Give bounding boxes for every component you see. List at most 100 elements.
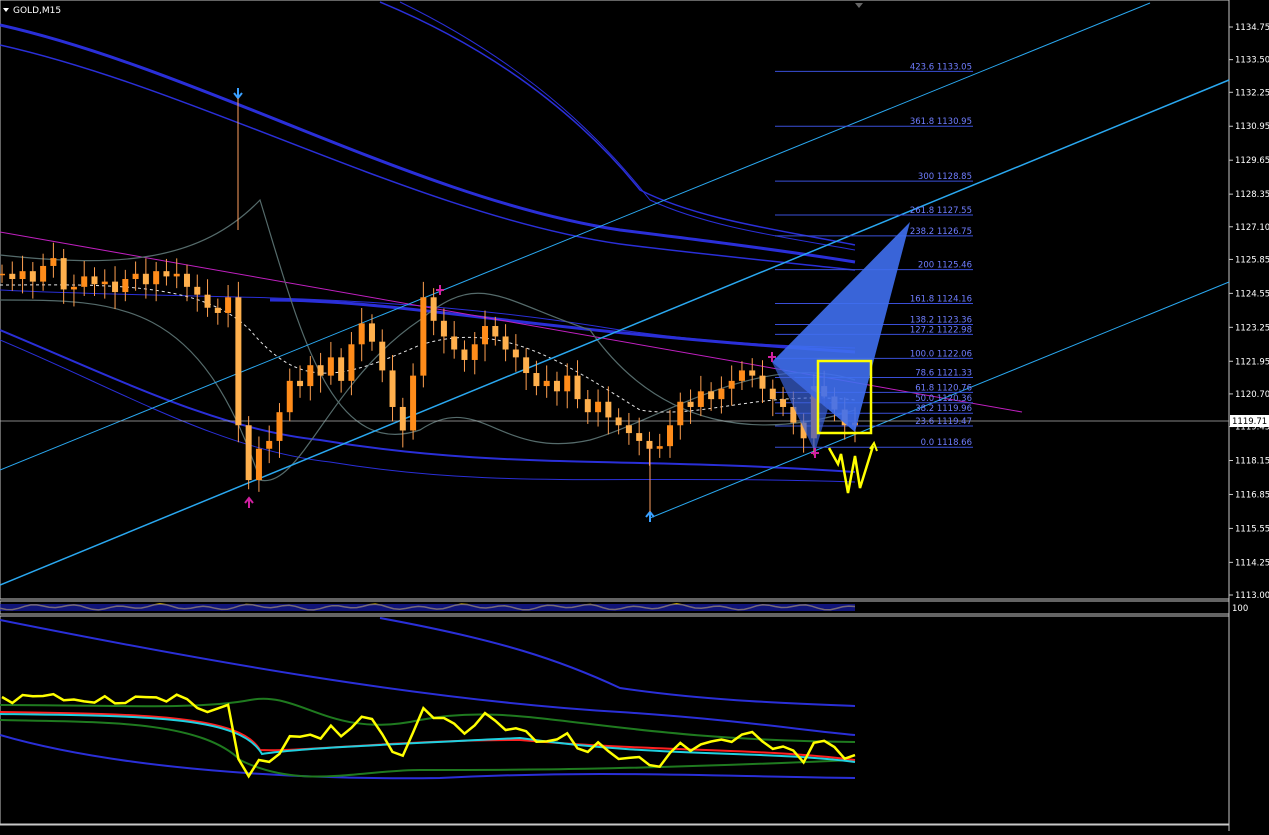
lower-band-line: [0, 329, 856, 473]
channel-middle-line: [0, 79, 1230, 586]
candle-body: [173, 273, 180, 277]
candle-body: [0, 273, 5, 276]
candle-body: [153, 271, 160, 285]
candle-body: [780, 399, 787, 407]
candle-body: [9, 273, 16, 280]
fib-level-label: 423.6 1133.05: [910, 62, 972, 72]
candle-body: [399, 406, 406, 431]
candle-body: [769, 388, 776, 400]
candle-body: [667, 425, 674, 447]
oscillator-layer: [0, 617, 856, 780]
candle-body: [574, 375, 581, 400]
current-price-label: 1119.71: [1232, 417, 1267, 427]
fib-level-label: 61.8 1120.76: [915, 383, 972, 393]
fib-level-label: 300 1128.85: [918, 172, 972, 182]
candle-body: [718, 388, 725, 400]
bands-layer: [0, 1, 1023, 483]
y-tick-label: 1124.55: [1235, 289, 1269, 299]
candle-body: [29, 271, 36, 282]
candle-body: [183, 273, 190, 287]
price-axis[interactable]: 1134.75 1133.50 1132.25 1130.95 1129.65 1128.…: [1229, 23, 1269, 601]
candle-body: [420, 297, 427, 376]
window-divider-icon[interactable]: [855, 3, 863, 8]
candle-body: [543, 380, 550, 387]
candle-body: [728, 380, 735, 389]
candle-body: [163, 271, 170, 277]
candle-body: [636, 433, 643, 441]
upper-band-line: [0, 44, 856, 271]
candle-body: [482, 326, 489, 345]
candle-body: [19, 271, 26, 280]
dashed-ma-line: [0, 284, 856, 413]
candle-body: [677, 401, 684, 426]
candle-body: [225, 297, 232, 313]
bollinger-upper-line: [0, 198, 856, 445]
candle-body: [615, 417, 622, 426]
candle-body: [533, 373, 540, 387]
candle-body: [759, 375, 766, 389]
fib-level-label: 50.0 1120.36: [915, 394, 972, 404]
candle-body: [523, 357, 530, 374]
fib-level-label: 361.8 1130.95: [910, 117, 972, 127]
candle-body: [440, 320, 447, 337]
candle-body: [317, 365, 324, 376]
candle-body: [379, 341, 386, 371]
candle-body: [142, 273, 149, 285]
candle-body: [81, 276, 88, 287]
fractal-arrows: [233, 88, 819, 522]
candle-body: [625, 425, 632, 434]
candle-body: [553, 380, 560, 392]
candle-body: [286, 380, 293, 413]
y-tick-label: 1134.75: [1235, 23, 1269, 33]
candle-body: [430, 297, 437, 321]
fib-level-label: 0.0 1118.66: [921, 438, 972, 448]
y-tick-label: 1121.95: [1235, 357, 1269, 367]
y-tick-label: 1114.25: [1235, 558, 1269, 568]
candle-body: [338, 357, 345, 381]
fractal-high-icon: [436, 285, 444, 295]
candle-body: [266, 440, 273, 449]
candle-body: [389, 370, 396, 407]
candle-body: [584, 399, 591, 413]
candle-body: [112, 281, 119, 293]
candle-body: [738, 370, 745, 381]
candle-body: [204, 294, 211, 308]
y-tick-label: 1116.85: [1235, 490, 1269, 500]
mid-band-line: [0, 289, 856, 349]
candle-body: [245, 425, 252, 481]
zigzag-forecast-line: [827, 445, 875, 494]
candle-body: [91, 276, 98, 285]
candle-body: [461, 349, 468, 360]
dropdown-triangle-icon[interactable]: [3, 8, 9, 12]
upper-outer-band-line: [379, 1, 856, 246]
candle-body: [132, 273, 139, 280]
candle-body: [708, 391, 715, 400]
channel-lines: [0, 2, 1230, 586]
y-tick-label: 1130.95: [1235, 122, 1269, 132]
y-tick-label: 1129.65: [1235, 156, 1269, 166]
fib-level-label: 238.2 1126.75: [910, 227, 972, 237]
candle-body: [512, 349, 519, 358]
candle-body: [40, 265, 47, 282]
slow-ma-thick-line: [269, 298, 856, 354]
candle-body: [471, 344, 478, 360]
candle-body: [70, 286, 77, 290]
lower-band-2-line: [0, 339, 856, 483]
candle-body: [595, 401, 602, 413]
sub-window-label: 100: [1232, 604, 1248, 614]
fib-level-label: 78.6 1121.33: [915, 368, 972, 378]
up-arrow-blue-icon: [645, 510, 655, 522]
fib-level-label: 127.2 1122.98: [910, 325, 972, 335]
y-tick-label: 1113.00: [1235, 591, 1269, 601]
price-chart-svg[interactable]: GOLD,M15 1134.75 1133.50 1132.25 1130.95 112…: [0, 0, 1269, 831]
y-tick-label: 1128.35: [1235, 190, 1269, 200]
chart-window[interactable]: GOLD,M15 1134.75 1133.50 1132.25 1130.95 112…: [0, 0, 1269, 831]
candle-body: [307, 365, 314, 387]
candle-body: [60, 258, 67, 290]
candle-body: [50, 258, 57, 266]
candle-body: [214, 307, 221, 313]
candle-body: [348, 344, 355, 381]
fib-level-label: 161.8 1124.16: [910, 295, 972, 305]
candle-body: [101, 281, 108, 285]
candle-body: [656, 446, 663, 449]
